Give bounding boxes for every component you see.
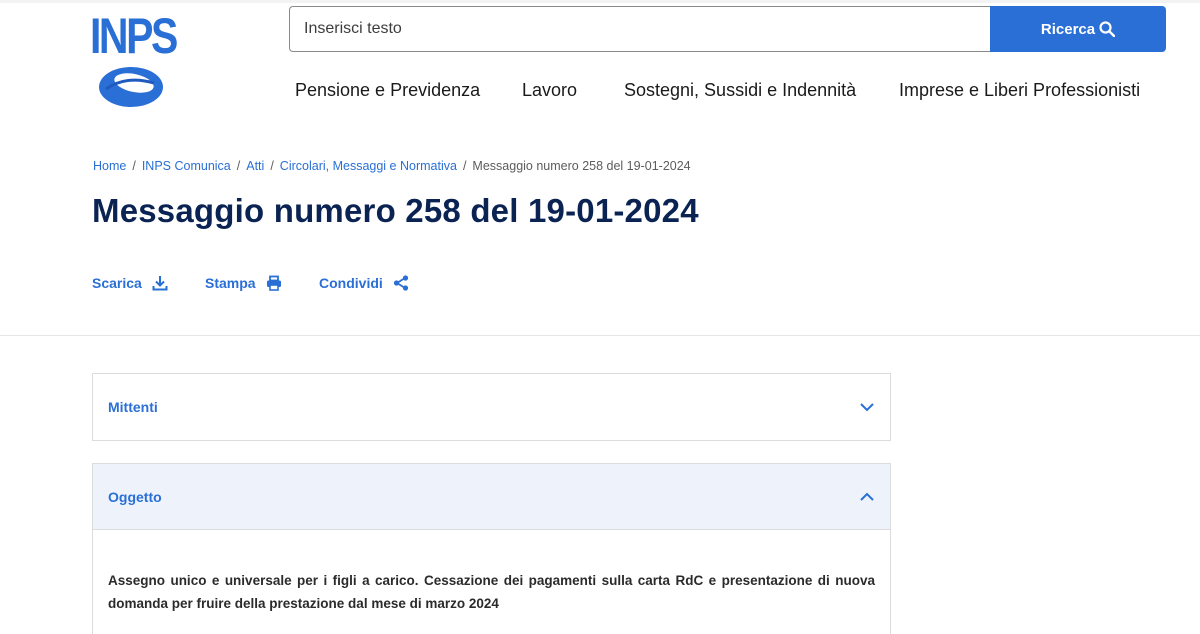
search-button-label: Ricerca: [1040, 20, 1096, 38]
download-icon: [152, 276, 168, 291]
section-divider: [0, 335, 1200, 336]
accordion-header-mittenti[interactable]: Mittenti: [93, 374, 890, 440]
chevron-down-icon: [860, 403, 874, 412]
breadcrumb-separator: /: [270, 159, 274, 173]
accordion-body-text: Assegno unico e universale per i figli a…: [108, 573, 875, 611]
search-placeholder: Inserisci testo: [304, 20, 402, 37]
share-icon: [393, 275, 408, 291]
breadcrumb-separator: /: [462, 159, 467, 173]
print-label: Stampa: [205, 275, 256, 291]
breadcrumb-current: Messaggio numero 258 del 19-01-2024: [472, 159, 691, 173]
search-icon: [1099, 21, 1116, 37]
top-border: [0, 0, 1200, 3]
search-input[interactable]: Inserisci testo: [289, 6, 991, 52]
nav-item-sostegni[interactable]: Sostegni, Sussidi e Indennità: [624, 80, 856, 101]
share-label: Condividi: [319, 275, 383, 291]
accordion-oggetto: Oggetto Assegno unico e universale per i…: [92, 463, 891, 634]
download-label: Scarica: [92, 275, 142, 291]
nav-item-lavoro[interactable]: Lavoro: [522, 80, 577, 101]
nav-item-imprese[interactable]: Imprese e Liberi Professionisti: [899, 80, 1140, 101]
breadcrumb-inps-comunica[interactable]: INPS Comunica: [142, 159, 231, 173]
print-button[interactable]: Stampa: [205, 275, 282, 291]
nav-item-pensione[interactable]: Pensione e Previdenza: [295, 80, 480, 101]
logo-wordmark: INPS: [90, 8, 178, 64]
page-title: Messaggio numero 258 del 19-01-2024: [92, 192, 699, 229]
print-icon: [266, 275, 281, 291]
main-navigation: Pensione e Previdenza Lavoro Sostegni, S…: [0, 80, 1200, 108]
accordion-mittenti: Mittenti: [92, 373, 891, 441]
chevron-up-icon: [860, 492, 874, 501]
breadcrumb-circolari[interactable]: Circolari, Messaggi e Normativa: [280, 159, 457, 173]
breadcrumb-separator: /: [132, 159, 136, 173]
accordion-title: Mittenti: [108, 399, 158, 415]
breadcrumb: Home / INPS Comunica / Atti / Circolari, Messa…: [93, 159, 691, 173]
search-button[interactable]: Ricerca: [990, 6, 1166, 52]
breadcrumb-home[interactable]: Home: [93, 159, 126, 173]
accordion-header-oggetto[interactable]: Oggetto: [93, 464, 890, 530]
breadcrumb-atti[interactable]: Atti: [246, 159, 264, 173]
share-button[interactable]: Condividi: [319, 275, 409, 291]
accordion-title: Oggetto: [108, 488, 162, 505]
breadcrumb-separator: /: [236, 159, 241, 173]
download-button[interactable]: Scarica: [92, 275, 168, 291]
